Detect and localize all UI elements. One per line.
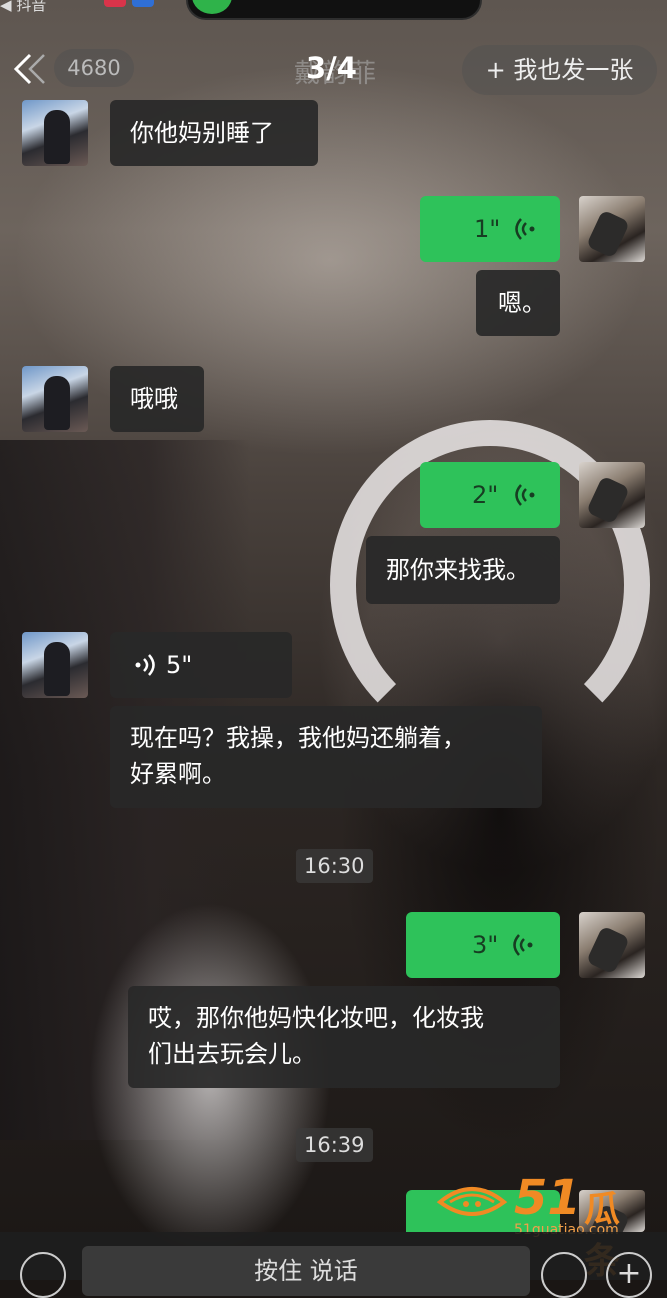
avatar-self[interactable] <box>579 912 645 978</box>
avatar-contact[interactable] <box>22 632 88 698</box>
message-line: 们出去玩会儿。 <box>148 1040 316 1068</box>
voice-message-right[interactable]: 2" <box>420 462 560 528</box>
voice-wave-icon <box>513 934 533 956</box>
message-bubble-right[interactable]: 哎，那你他妈快化妆吧，化妆我 们出去玩会儿。 <box>128 986 560 1088</box>
voice-duration: 1" <box>474 215 501 243</box>
timestamp: 16:39 <box>296 1128 373 1162</box>
voice-duration: 2" <box>472 481 499 509</box>
voice-message-right[interactable]: 3" <box>406 912 560 978</box>
watermark-number: 51 <box>514 1170 581 1226</box>
voice-duration: 3" <box>472 931 499 959</box>
post-also-button[interactable]: + 我也发一张 <box>462 45 657 95</box>
status-icons <box>104 0 164 7</box>
unread-count-badge: 4680 <box>54 49 134 87</box>
message-bubble-left[interactable]: 哦哦 <box>110 366 204 432</box>
message-line: 好累啊。 <box>130 760 226 788</box>
voice-wave-icon <box>515 484 535 506</box>
back-chevron-icon[interactable] <box>8 49 48 89</box>
header: 4680 戴韵菲 3/4 + 我也发一张 <box>0 35 667 101</box>
emoji-icon[interactable] <box>541 1252 587 1298</box>
status-bar: ◀ 抖音 <box>0 0 667 20</box>
message-line: 现在吗？我操，我他妈还躺着， <box>130 724 466 752</box>
message-bubble-left[interactable]: 你他妈别睡了 <box>110 100 318 166</box>
message-bubble-right[interactable]: 嗯。 <box>476 270 560 336</box>
voice-message-left[interactable]: 5" <box>110 632 292 698</box>
melon-logo-icon <box>436 1187 508 1216</box>
voice-message-right[interactable]: 1" <box>420 196 560 262</box>
avatar-contact[interactable] <box>22 100 88 166</box>
voice-wave-icon <box>135 654 155 676</box>
message-bubble-left[interactable]: 现在吗？我操，我他妈还躺着， 好累啊。 <box>110 706 542 808</box>
hold-to-talk-button[interactable]: 按住 说话 <box>82 1246 530 1296</box>
keyboard-icon[interactable] <box>20 1252 66 1298</box>
page-indicator: 3/4 <box>306 51 357 85</box>
status-back-label[interactable]: ◀ 抖音 <box>0 0 46 15</box>
voice-duration: 5" <box>166 651 193 679</box>
message-bubble-right[interactable]: 那你来找我。 <box>366 536 560 604</box>
message-line: 哎，那你他妈快化妆吧，化妆我 <box>148 1004 484 1032</box>
plus-icon[interactable]: + <box>606 1252 652 1298</box>
voice-wave-icon <box>515 218 535 240</box>
avatar-self[interactable] <box>579 196 645 262</box>
avatar-self[interactable] <box>579 462 645 528</box>
avatar-contact[interactable] <box>22 366 88 432</box>
timestamp: 16:30 <box>296 849 373 883</box>
